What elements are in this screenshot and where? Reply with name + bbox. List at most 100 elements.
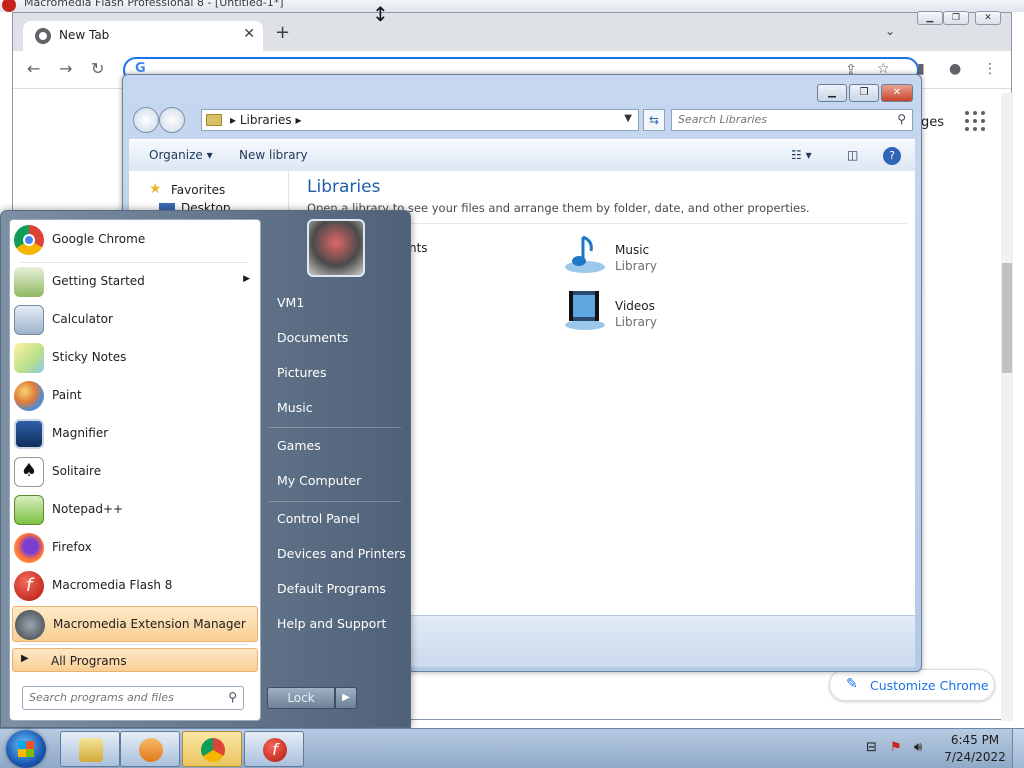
explorer-back-button[interactable] xyxy=(133,107,159,133)
start-item-notepad-plus-plus[interactable]: Notepad++ xyxy=(12,492,258,528)
user-avatar[interactable] xyxy=(307,219,365,277)
start-item-solitaire[interactable]: ♠ Solitaire xyxy=(12,454,258,490)
taskbar-flash-button[interactable]: f xyxy=(244,731,304,767)
start-item-google-chrome[interactable]: Google Chrome xyxy=(12,222,258,258)
profile-icon[interactable]: ● xyxy=(949,61,961,77)
organize-button[interactable]: Organize ▾ xyxy=(149,148,213,162)
show-desktop-button[interactable] xyxy=(1012,729,1024,768)
new-tab-plus-icon[interactable]: + xyxy=(275,22,290,43)
taskbar-media-player-button[interactable] xyxy=(120,731,180,767)
google-apps-icon[interactable] xyxy=(965,111,987,133)
chrome-tab-strip: New Tab ✕ + ⌄ ▁ ❐ ✕ xyxy=(13,11,1011,51)
start-item-label: Google Chrome xyxy=(52,232,146,246)
customize-chrome-button[interactable]: ✎ Customize Chrome xyxy=(829,669,995,701)
new-library-button[interactable]: New library xyxy=(239,148,308,162)
explorer-address-bar[interactable]: ▸ Libraries ▸ ▼ xyxy=(201,109,639,131)
tab-search-chevron-icon[interactable]: ⌄ xyxy=(885,24,895,38)
volume-icon[interactable]: 🔊︎ xyxy=(914,740,922,755)
forward-arrow-icon[interactable]: → xyxy=(59,59,72,78)
videos-library-name[interactable]: Videos xyxy=(615,299,655,313)
documents-library-fragment[interactable]: nts xyxy=(409,241,428,255)
start-menu-programs-pane: Google Chrome Getting Started ▶ Calculat… xyxy=(9,219,261,721)
videos-library-icon[interactable] xyxy=(563,287,609,331)
start-search-box[interactable]: ⚲ xyxy=(22,686,244,710)
start-item-macromedia-extension-manager[interactable]: Macromedia Extension Manager xyxy=(12,606,258,642)
calculator-icon xyxy=(14,305,44,335)
network-icon[interactable]: ⊟ xyxy=(866,740,877,755)
libraries-close-button[interactable]: ✕ xyxy=(881,84,913,102)
search-icon[interactable]: ⚲ xyxy=(897,112,906,126)
start-right-my-computer[interactable]: My Computer xyxy=(277,473,361,488)
start-menu-separator xyxy=(20,262,248,263)
start-menu: Google Chrome Getting Started ▶ Calculat… xyxy=(0,210,411,728)
chrome-maximize-button[interactable]: ❐ xyxy=(943,11,969,25)
start-right-devices-and-printers[interactable]: Devices and Printers xyxy=(277,546,406,561)
explorer-forward-button[interactable] xyxy=(159,107,185,133)
start-item-firefox[interactable]: Firefox xyxy=(12,530,258,566)
start-right-help-and-support[interactable]: Help and Support xyxy=(277,616,386,631)
breadcrumb-libraries[interactable]: Libraries xyxy=(240,113,292,127)
help-icon[interactable]: ? xyxy=(883,147,901,165)
all-programs-button[interactable]: ▶ All Programs xyxy=(12,648,258,672)
start-item-getting-started[interactable]: Getting Started ▶ xyxy=(12,264,258,300)
start-button[interactable] xyxy=(6,730,46,768)
start-right-vm1[interactable]: VM1 xyxy=(277,295,304,310)
flash-title-bar[interactable]: Macromedia Flash Professional 8 - [Untit… xyxy=(0,0,1024,12)
libraries-maximize-button[interactable]: ❐ xyxy=(849,84,879,102)
chrome-icon xyxy=(14,225,44,255)
preview-pane-icon[interactable]: ◫ xyxy=(847,148,858,162)
shutdown-options-arrow-icon[interactable]: ▶ xyxy=(335,687,357,709)
libraries-folder-icon xyxy=(206,114,222,126)
chrome-minimize-button[interactable]: ▁ xyxy=(917,11,943,25)
start-item-calculator[interactable]: Calculator xyxy=(12,302,258,338)
media-player-icon xyxy=(139,738,163,762)
extension-manager-icon xyxy=(15,610,45,640)
change-view-icon[interactable]: ☷ ▾ xyxy=(791,148,812,162)
videos-library-type: Library xyxy=(615,315,657,329)
nav-favorites[interactable]: Favorites xyxy=(171,183,225,197)
all-programs-label: All Programs xyxy=(51,654,127,668)
start-item-magnifier[interactable]: Magnifier xyxy=(12,416,258,452)
explorer-refresh-icon[interactable]: ⇆ xyxy=(643,109,665,131)
customize-chrome-label: Customize Chrome xyxy=(870,678,989,693)
start-item-macromedia-flash-8[interactable]: f Macromedia Flash 8 xyxy=(12,568,258,604)
music-library-icon[interactable] xyxy=(563,231,609,275)
taskbar-clock-date[interactable]: 7/24/2022 xyxy=(940,750,1010,764)
start-item-sticky-notes[interactable]: Sticky Notes xyxy=(12,340,258,376)
taskbar-chrome-button[interactable] xyxy=(182,731,242,767)
start-right-default-programs[interactable]: Default Programs xyxy=(277,581,386,596)
start-right-games[interactable]: Games xyxy=(277,438,321,453)
libraries-minimize-button[interactable]: ▁ xyxy=(817,84,847,102)
start-item-paint[interactable]: Paint xyxy=(12,378,258,414)
taskbar-explorer-button[interactable] xyxy=(60,731,120,767)
back-arrow-icon[interactable]: ← xyxy=(27,59,40,78)
start-right-documents[interactable]: Documents xyxy=(277,330,348,345)
libraries-search-box[interactable]: ⚲ xyxy=(671,109,913,131)
pencil-icon: ✎ xyxy=(846,676,858,692)
start-search-input[interactable] xyxy=(29,691,219,704)
close-tab-icon[interactable]: ✕ xyxy=(243,26,255,42)
getting-started-icon xyxy=(14,267,44,297)
music-library-type: Library xyxy=(615,259,657,273)
taskbar-clock-time[interactable]: 6:45 PM xyxy=(946,733,1004,747)
breadcrumb[interactable]: ▸ Libraries ▸ xyxy=(230,113,302,127)
start-item-label: Solitaire xyxy=(52,464,102,478)
search-icon[interactable]: ⚲ xyxy=(228,690,237,704)
firefox-icon xyxy=(14,533,44,563)
chrome-tab-new-tab[interactable]: New Tab ✕ xyxy=(23,21,263,51)
action-center-flag-icon[interactable]: ⚑ xyxy=(890,740,902,755)
chrome-close-button[interactable]: ✕ xyxy=(975,11,1001,25)
start-right-music[interactable]: Music xyxy=(277,400,313,415)
images-link-fragment[interactable]: ges xyxy=(921,115,944,130)
chrome-scrollbar[interactable] xyxy=(1001,93,1013,721)
music-library-name[interactable]: Music xyxy=(615,243,649,257)
chrome-menu-icon[interactable]: ⋮ xyxy=(983,61,997,77)
flash-window-title: Macromedia Flash Professional 8 - [Untit… xyxy=(24,0,284,9)
reload-icon[interactable]: ↻ xyxy=(91,59,104,78)
scrollbar-thumb[interactable] xyxy=(1002,263,1012,373)
libraries-search-input[interactable] xyxy=(678,113,888,126)
start-right-control-panel[interactable]: Control Panel xyxy=(277,511,360,526)
address-dropdown-icon[interactable]: ▼ xyxy=(624,113,632,124)
lock-button[interactable]: Lock xyxy=(267,687,335,709)
start-right-pictures[interactable]: Pictures xyxy=(277,365,327,380)
